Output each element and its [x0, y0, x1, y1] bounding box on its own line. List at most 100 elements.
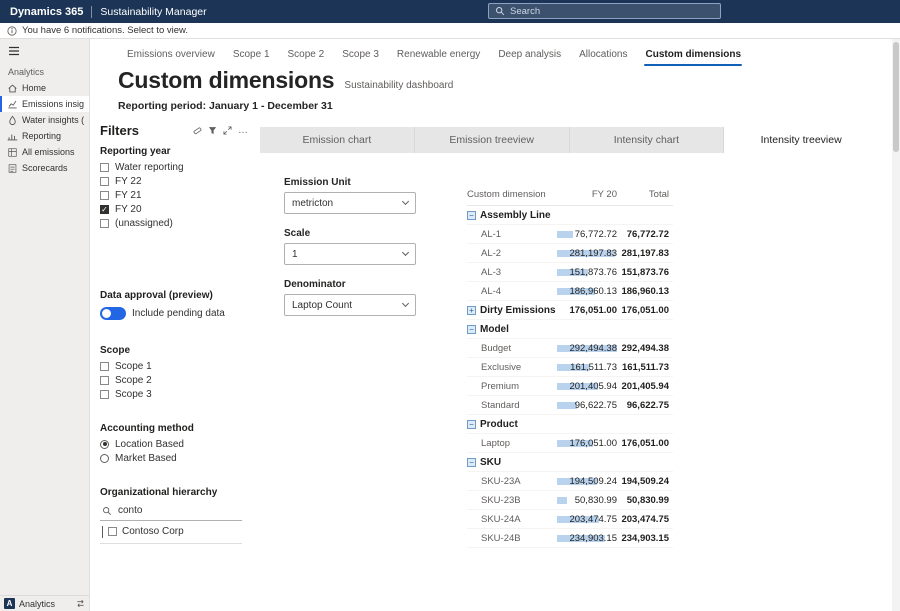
matrix-row-sku-24b[interactable]: SKU-24B234,903.15234,903.15: [467, 529, 673, 548]
filter-option-scope-3[interactable]: Scope 3: [100, 387, 248, 401]
filter-option-water-reporting[interactable]: Water reporting: [100, 160, 248, 174]
checkbox-unchecked[interactable]: [100, 163, 109, 172]
focus-mode-icon[interactable]: [223, 126, 232, 135]
group-name: Product: [480, 419, 518, 430]
checkbox-unchecked[interactable]: [100, 376, 109, 385]
nav-tab-deep-analysis[interactable]: Deep analysis: [489, 43, 570, 67]
matrix-row-assembly-line[interactable]: −Assembly Line: [467, 206, 673, 225]
nav-tab-renewable-energy[interactable]: Renewable energy: [388, 43, 489, 67]
nav-tab-scope-1[interactable]: Scope 1: [224, 43, 279, 67]
nav-tab-custom-dimensions[interactable]: Custom dimensions: [636, 43, 750, 67]
matrix-row-product[interactable]: −Product: [467, 415, 673, 434]
filter-icon[interactable]: [208, 126, 217, 135]
sidebar-item-label: All emissions: [22, 147, 75, 157]
fy20-value: 50,830.99: [575, 495, 617, 506]
radio-option-market-based[interactable]: Market Based: [100, 451, 248, 465]
fy20-cell: 281,197.83: [557, 248, 617, 259]
nav-tab-allocations[interactable]: Allocations: [570, 43, 636, 67]
matrix-row-model[interactable]: −Model: [467, 320, 673, 339]
include-pending-data-toggle[interactable]: [100, 307, 126, 320]
hamburger-menu-icon[interactable]: [0, 39, 89, 61]
checkbox-checked[interactable]: ✓: [100, 205, 109, 214]
fy20-cell: 176,051.00: [557, 305, 617, 316]
filter-option-fy-21[interactable]: FY 21: [100, 188, 248, 202]
org-hierarchy-search-input[interactable]: conto: [100, 501, 242, 521]
collapse-icon[interactable]: −: [467, 458, 476, 467]
dropdown-denominator[interactable]: Laptop Count: [284, 294, 416, 316]
notification-bar[interactable]: You have 6 notifications. Select to view…: [0, 23, 900, 39]
vertical-scrollbar[interactable]: [892, 39, 900, 611]
matrix-row-al-3[interactable]: AL-3151,873.76151,873.76: [467, 263, 673, 282]
reporting-year-label: Reporting year: [100, 146, 248, 157]
matrix-row-al-4[interactable]: AL-4186,960.13186,960.13: [467, 282, 673, 301]
expand-icon[interactable]: +: [467, 306, 476, 315]
matrix-row-dirty-emissions[interactable]: +Dirty Emissions176,051.00176,051.00: [467, 301, 673, 320]
org-tree-item[interactable]: Contoso Corp: [100, 521, 242, 544]
sidebar-area-switcher[interactable]: A Analytics: [0, 595, 89, 611]
radio-label: Location Based: [115, 439, 184, 450]
clear-selections-icon[interactable]: [193, 126, 202, 135]
fy20-value: 234,903.15: [569, 533, 617, 544]
matrix-row-al-2[interactable]: AL-2281,197.83281,197.83: [467, 244, 673, 263]
report-tab-intensity-chart[interactable]: Intensity chart: [570, 127, 725, 153]
report-controls: Emission UnitmetrictonScale1DenominatorL…: [284, 177, 416, 330]
checkbox-unchecked[interactable]: [100, 362, 109, 371]
matrix-row-sku-23a[interactable]: SKU-23A194,509.24194,509.24: [467, 472, 673, 491]
matrix-row-standard[interactable]: Standard96,622.7596,622.75: [467, 396, 673, 415]
total-cell: 161,511.73: [617, 362, 669, 373]
chevron-down-icon[interactable]: [102, 526, 103, 537]
leaf-name: SKU-24A: [467, 514, 521, 525]
matrix-row-laptop[interactable]: Laptop176,051.00176,051.00: [467, 434, 673, 453]
fy20-cell: 203,474.75: [557, 514, 617, 525]
filter-option-scope-1[interactable]: Scope 1: [100, 359, 248, 373]
more-options-icon[interactable]: …: [238, 128, 248, 134]
matrix-row-sku-23b[interactable]: SKU-23B50,830.9950,830.99: [467, 491, 673, 510]
dropdown-scale[interactable]: 1: [284, 243, 416, 265]
control-label: Scale: [284, 228, 416, 239]
collapse-icon[interactable]: −: [467, 211, 476, 220]
sidebar-item-scorecards[interactable]: Scorecards: [0, 160, 89, 176]
matrix-row-premium[interactable]: Premium201,405.94201,405.94: [467, 377, 673, 396]
filter-option-unassigned[interactable]: (unassigned): [100, 216, 248, 230]
fy20-value: 186,960.13: [569, 286, 617, 297]
scrollbar-thumb[interactable]: [893, 42, 899, 152]
filter-option-fy-20[interactable]: ✓ FY 20: [100, 202, 248, 216]
matrix-row-budget[interactable]: Budget292,494.38292,494.38: [467, 339, 673, 358]
radio-selected[interactable]: [100, 440, 109, 449]
sidebar-item-emissions-insights[interactable]: Emissions insights: [0, 96, 89, 112]
checkbox-unchecked[interactable]: [100, 390, 109, 399]
radio-option-location-based[interactable]: Location Based: [100, 437, 248, 451]
report-tab-emission-chart[interactable]: Emission chart: [260, 127, 415, 153]
collapse-icon[interactable]: −: [467, 420, 476, 429]
matrix-row-label-cell: SKU-23B: [467, 495, 557, 506]
data-approval-label: Data approval (preview): [100, 290, 248, 301]
checkbox-label: FY 20: [115, 204, 142, 215]
sidebar-item-home[interactable]: Home: [0, 80, 89, 96]
matrix-row-label-cell: SKU-23A: [467, 476, 557, 487]
nav-tab-scope-2[interactable]: Scope 2: [279, 43, 334, 67]
nav-tab-emissions-overview[interactable]: Emissions overview: [118, 43, 224, 67]
switch-area-icon[interactable]: [76, 599, 85, 608]
matrix-row-sku-24a[interactable]: SKU-24A203,474.75203,474.75: [467, 510, 673, 529]
collapse-icon[interactable]: −: [467, 325, 476, 334]
matrix-row-sku[interactable]: −SKU: [467, 453, 673, 472]
global-search-input[interactable]: Search: [488, 3, 721, 19]
sidebar-item-water-insights-previ[interactable]: Water insights (previ...: [0, 112, 89, 128]
sidebar-item-all-emissions[interactable]: All emissions: [0, 144, 89, 160]
filter-option-scope-2[interactable]: Scope 2: [100, 373, 248, 387]
matrix-row-al-1[interactable]: AL-176,772.7276,772.72: [467, 225, 673, 244]
radio-unselected[interactable]: [100, 454, 109, 463]
org-tree-checkbox[interactable]: [108, 527, 117, 536]
nav-tab-scope-3[interactable]: Scope 3: [333, 43, 388, 67]
dynamics-365-logo[interactable]: Dynamics 365: [10, 6, 83, 18]
dropdown-emission-unit[interactable]: metricton: [284, 192, 416, 214]
report-tab-intensity-treeview[interactable]: Intensity treeview: [724, 127, 878, 153]
filter-option-fy-22[interactable]: FY 22: [100, 174, 248, 188]
matrix-row-exclusive[interactable]: Exclusive161,511.73161,511.73: [467, 358, 673, 377]
checkbox-unchecked[interactable]: [100, 177, 109, 186]
report-tab-emission-treeview[interactable]: Emission treeview: [415, 127, 570, 153]
checkbox-unchecked[interactable]: [100, 219, 109, 228]
checkbox-unchecked[interactable]: [100, 191, 109, 200]
page-title: Custom dimensions: [118, 67, 334, 94]
sidebar-item-reporting[interactable]: Reporting: [0, 128, 89, 144]
